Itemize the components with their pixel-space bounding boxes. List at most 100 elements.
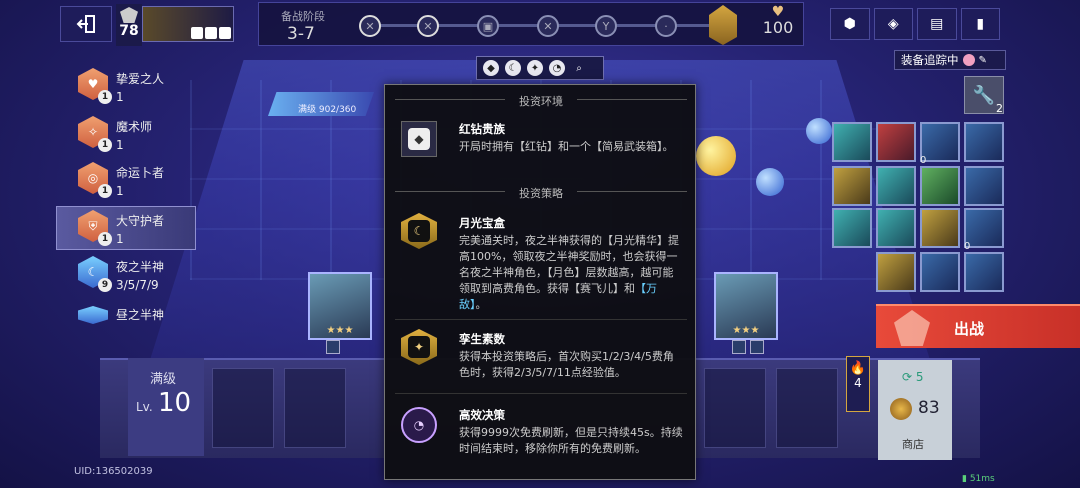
unit-card[interactable]: ★★★ (308, 272, 372, 340)
section-header: 投资策略 (395, 185, 687, 201)
bench-slot[interactable] (776, 368, 838, 448)
ping-value: 51ms (969, 474, 995, 484)
item-slot[interactable] (964, 166, 1004, 206)
trait-item[interactable]: ☾ 夜之半神 9 3/5/7/9 (76, 254, 186, 294)
blue-orb-icon[interactable] (756, 168, 784, 196)
hp-value: 100 (762, 18, 794, 37)
item-slot[interactable] (876, 252, 916, 292)
stage-node-cleared-icon: ✕ (417, 15, 439, 37)
item-slot[interactable] (964, 252, 1004, 292)
level-number: 10 (158, 388, 192, 418)
item-slot[interactable] (832, 208, 872, 248)
trait-count: 1 (116, 138, 124, 152)
stage-node-shop-icon: ▣ (477, 15, 499, 37)
equip-tracking-toggle[interactable]: 装备追踪中 ✎ (894, 50, 1006, 70)
level-prefix: Lv. (136, 400, 153, 414)
level-panel[interactable]: 满级 Lv. 10 (128, 358, 204, 456)
stage-node-cleared-icon: ✕ (359, 15, 381, 37)
battle-start-button[interactable]: 出战 (876, 304, 1080, 348)
streak-display: 🔥 4 (846, 356, 870, 412)
item-slot[interactable] (920, 208, 960, 248)
equip-tracking-label: 装备追踪中 (901, 53, 959, 67)
trait-name: 挚爱之人 (116, 72, 165, 86)
env-filter-icon[interactable]: ◆ (483, 60, 499, 76)
hp-display: ♥ 100 (752, 4, 804, 44)
edit-icon[interactable]: ✎ (979, 55, 987, 66)
tracked-item-icon (962, 54, 975, 66)
crown-icon (894, 310, 930, 346)
level-max-label: 满级 (150, 372, 177, 387)
moon-filter-icon[interactable]: ☾ (505, 60, 521, 76)
buff-icon (191, 27, 203, 39)
stage-node-event-icon: Y (595, 15, 617, 37)
efficient-decision-icon: ◔ (401, 407, 437, 443)
trait-item[interactable]: ♥ 挚爱之人 1 1 (76, 66, 186, 106)
filter-bar: ◆ ☾ ✦ ◔ ⌕ (476, 56, 604, 80)
strategy-desc-text: 。 (475, 298, 487, 311)
blue-orb-icon[interactable] (806, 118, 832, 144)
trait-badge: 1 (98, 232, 112, 246)
user-id: UID:136502039 (74, 466, 153, 477)
item-slot[interactable] (876, 208, 916, 248)
decision-filter-icon[interactable]: ◔ (549, 60, 565, 76)
trait-item[interactable]: ✧ 魔术师 1 1 (76, 114, 186, 154)
trait-name: 魔术师 (116, 120, 153, 134)
trait-item[interactable]: ⛨ 大守护者 1 1 (76, 208, 186, 248)
item-slot[interactable]: 0 (964, 208, 1004, 252)
strategy-button[interactable]: ◈ (873, 8, 913, 40)
stage-boss-icon (709, 5, 737, 45)
trait-item[interactable]: ◎ 命运卜者 1 1 (76, 160, 186, 200)
stage-bar: 备战阶段 3-7 ✕ ✕ ▣ ✕ Y · (258, 2, 804, 46)
stats-button[interactable]: ▮ (960, 8, 1000, 40)
trait-badge: 1 (98, 90, 112, 104)
item-slot[interactable] (964, 122, 1004, 162)
codex-icon: ▤ (930, 16, 944, 32)
item-slot[interactable] (876, 166, 916, 206)
red-diamond-icon: ◆ (401, 121, 437, 157)
item-slot[interactable] (920, 252, 960, 292)
moonlight-box-icon: ☾ (401, 213, 437, 249)
stats-icon: ▮ (976, 16, 985, 32)
item-slot[interactable] (832, 166, 872, 206)
bench-slot[interactable] (212, 368, 274, 448)
star-rating-icon: ★★★ (326, 325, 354, 336)
trait-badge: 1 (98, 138, 112, 152)
codex-button[interactable]: ▤ (917, 8, 957, 40)
section-header: 投资环境 (395, 93, 687, 109)
env-title: 红钻贵族 (459, 122, 505, 136)
twin-filter-icon[interactable]: ✦ (527, 60, 543, 76)
star-rating-icon: ★★★ (732, 325, 760, 336)
flame-icon: 🔥 (849, 361, 867, 376)
item-slot[interactable] (876, 122, 916, 162)
unit-equip-icon (732, 340, 746, 354)
unit-equip-icon (750, 340, 764, 354)
stage-label: 备战阶段 (281, 10, 325, 23)
gold-value: 83 (918, 398, 940, 418)
bench-slot[interactable] (284, 368, 346, 448)
trait-badge: 1 (98, 184, 112, 198)
tool-count: 2 (996, 102, 1003, 115)
exit-button[interactable] (60, 6, 112, 42)
trait-name: 命运卜者 (116, 166, 165, 180)
strategy-desc: 获得9999次免费刷新，但是只持续45s。持续时间结束时，移除你所有的免费刷新。 (459, 426, 683, 455)
unit-equip-icon (326, 340, 340, 354)
bench-slot[interactable] (704, 368, 766, 448)
item-slot[interactable]: 0 (920, 122, 960, 166)
strategy-icon: ◈ (887, 16, 899, 32)
player-avatar[interactable] (142, 6, 234, 42)
ping-display: ▮ 51ms (962, 474, 995, 484)
trait-badge: 9 (98, 278, 112, 292)
trait-count: 1 (116, 90, 124, 104)
search-icon[interactable]: ⌕ (571, 60, 587, 76)
gold-orb-icon[interactable] (696, 136, 736, 176)
unit-card[interactable]: ★★★ (714, 272, 778, 340)
item-qty: 0 (964, 241, 971, 252)
collection-button[interactable]: ⬢ (830, 8, 870, 40)
trait-item[interactable]: 昼之半神 (76, 300, 186, 340)
moonlight-progress-token[interactable]: 满级 902/360 (268, 92, 374, 116)
refresh-value: 5 (915, 370, 924, 384)
player-level: 78 (119, 23, 139, 39)
item-slot[interactable] (832, 122, 872, 162)
item-slot[interactable] (920, 166, 960, 206)
shop-button[interactable]: ⟳ 5 83 商店 (878, 360, 952, 460)
